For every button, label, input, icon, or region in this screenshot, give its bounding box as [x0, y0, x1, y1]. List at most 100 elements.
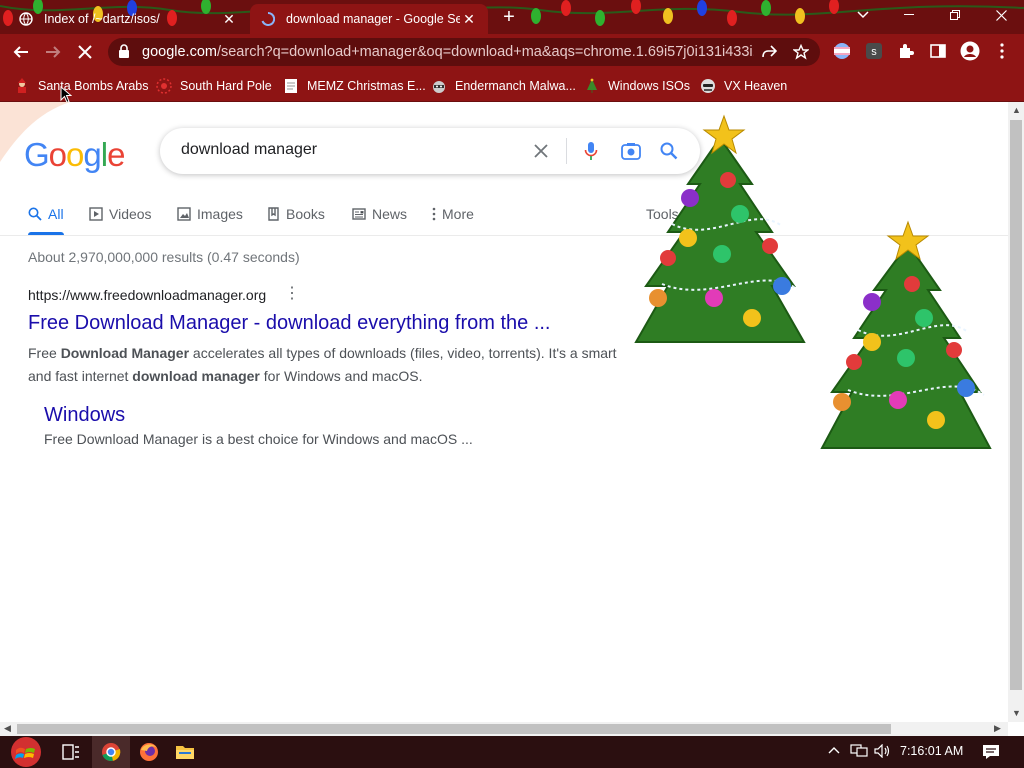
- horizontal-scroll-thumb[interactable]: [17, 724, 891, 734]
- browser-toolbar: google.com/search?q=download+manager&oq=…: [0, 34, 1024, 70]
- bookmarks-bar: Santa Bombs Arabs South Hard Pole MEMZ C…: [0, 70, 1024, 104]
- tab-search-chevron-icon[interactable]: [840, 0, 886, 30]
- close-window-button[interactable]: [978, 0, 1024, 30]
- minimize-button[interactable]: [886, 0, 932, 30]
- tree-icon: [584, 78, 600, 94]
- tab-label: Videos: [109, 206, 152, 222]
- tab-label: News: [372, 206, 408, 222]
- url-host: google.com: [142, 44, 217, 60]
- scroll-up-arrow-icon[interactable]: ▲: [1012, 105, 1021, 115]
- loading-spinner-icon: [260, 11, 276, 27]
- bookmark-santa-bombs-arabs[interactable]: Santa Bombs Arabs: [14, 77, 148, 95]
- extensions-puzzle-icon[interactable]: [896, 41, 916, 61]
- sitelink-snippet: Free Download Manager is a best choice f…: [44, 431, 473, 447]
- lock-icon[interactable]: [118, 44, 130, 63]
- christmas-tree-decoration: [820, 220, 992, 449]
- snippet-keyword: Download Manager: [60, 345, 190, 361]
- tab-label: Books: [286, 206, 325, 222]
- browser-titlebar: Index of /~dartz/isos/ ✕ download manage…: [0, 0, 1024, 34]
- bookmark-label: South Hard Pole: [180, 79, 272, 93]
- volume-icon[interactable]: [874, 743, 892, 763]
- tab-news[interactable]: News: [352, 204, 407, 224]
- tab-videos[interactable]: Videos: [89, 204, 152, 224]
- logo-letter: e: [107, 136, 125, 173]
- task-view-icon[interactable]: [52, 736, 90, 768]
- bookmark-label: Windows ISOs: [608, 79, 690, 93]
- close-tab-icon[interactable]: ✕: [460, 10, 478, 28]
- file-explorer-icon[interactable]: [166, 736, 204, 768]
- url-text[interactable]: google.com/search?q=download+manager&oq=…: [142, 44, 754, 60]
- tab-title: download manager - Google Sea: [286, 12, 460, 26]
- bookmark-endermanch-malware[interactable]: Endermanch Malwa...: [431, 77, 576, 95]
- bookmark-vx-heaven[interactable]: VX Heaven: [700, 77, 787, 95]
- forward-arrow-icon[interactable]: [42, 41, 64, 63]
- sitelink-windows[interactable]: Windows: [44, 404, 125, 427]
- tab-images[interactable]: Images: [177, 204, 243, 224]
- bookmark-label: VX Heaven: [724, 79, 788, 93]
- red-star-icon: [156, 78, 172, 94]
- tab-label: Images: [197, 206, 243, 222]
- tab-google-search[interactable]: download manager - Google Sea ✕: [250, 4, 488, 34]
- firefox-icon[interactable]: [130, 736, 168, 768]
- logo-letter: G: [24, 136, 50, 173]
- scroll-down-arrow-icon[interactable]: ▼: [1012, 708, 1021, 718]
- desktop-screen: Index of /~dartz/isos/ ✕ download manage…: [0, 0, 1024, 768]
- restore-button[interactable]: [932, 0, 978, 30]
- search-input[interactable]: download manager: [181, 141, 317, 159]
- show-hidden-icons-chevron-icon[interactable]: [828, 744, 840, 762]
- clear-search-icon[interactable]: [530, 140, 552, 162]
- logo-letter: g: [83, 136, 101, 173]
- taskbar-clock[interactable]: 7:16:01 AM: [900, 744, 963, 758]
- scroll-right-arrow-icon[interactable]: ▶: [994, 723, 1001, 734]
- share-icon[interactable]: [760, 43, 778, 61]
- chrome-menu-kebab-icon[interactable]: [992, 41, 1012, 61]
- new-tab-button[interactable]: +: [497, 7, 521, 28]
- logo-letter: o: [66, 136, 84, 173]
- bookmark-star-icon[interactable]: [792, 43, 810, 61]
- close-tab-icon[interactable]: ✕: [220, 10, 238, 28]
- flag-extension-icon[interactable]: [832, 41, 852, 61]
- vertical-scrollbar[interactable]: ▲ ▼: [1008, 102, 1024, 722]
- tab-books[interactable]: Books: [268, 204, 325, 224]
- bookmark-windows-isos[interactable]: Windows ISOs: [584, 77, 690, 95]
- tab-more[interactable]: More: [432, 204, 474, 224]
- result-url[interactable]: https://www.freedownloadmanager.org: [28, 287, 266, 303]
- santa-icon: [14, 78, 30, 94]
- start-orb-icon[interactable]: [4, 736, 48, 768]
- bookmark-label: Santa Bombs Arabs: [38, 79, 149, 93]
- back-arrow-icon[interactable]: [10, 41, 32, 63]
- more-vertical-icon: [432, 207, 436, 221]
- bookmark-memz-christmas[interactable]: MEMZ Christmas E...: [283, 77, 426, 95]
- tab-all[interactable]: All: [28, 204, 64, 224]
- vertical-scroll-thumb[interactable]: [1010, 120, 1022, 690]
- bookmark-label: MEMZ Christmas E...: [307, 79, 426, 93]
- s-extension-icon[interactable]: s: [864, 41, 884, 61]
- bookmark-south-hard-pole[interactable]: South Hard Pole: [156, 77, 272, 95]
- profile-avatar-icon[interactable]: [960, 41, 980, 61]
- svg-text:s: s: [871, 46, 877, 58]
- chrome-icon[interactable]: [92, 736, 130, 768]
- raccoon-icon: [431, 78, 447, 94]
- result-stats: About 2,970,000,000 results (0.47 second…: [28, 249, 300, 265]
- notifications-icon[interactable]: [982, 744, 1000, 765]
- christmas-tree-decoration: [634, 114, 806, 343]
- horizontal-scrollbar[interactable]: ◀ ▶: [0, 722, 1008, 736]
- address-bar[interactable]: google.com/search?q=download+manager&oq=…: [108, 38, 820, 66]
- windows-taskbar: 7:16:01 AM: [0, 736, 1024, 768]
- bookmark-label: Endermanch Malwa...: [455, 79, 576, 93]
- stop-loading-icon[interactable]: [74, 41, 96, 63]
- google-doodle-logo[interactable]: Google: [24, 136, 125, 174]
- news-icon: [352, 208, 366, 220]
- page-icon: [283, 78, 299, 94]
- url-path: /search?q=download+manager&oq=download+m…: [216, 44, 754, 60]
- network-icon[interactable]: [850, 744, 868, 763]
- tab-index-of-isos[interactable]: Index of /~dartz/isos/ ✕: [8, 4, 248, 34]
- side-panel-icon[interactable]: [928, 41, 948, 61]
- result-title-link[interactable]: Free Download Manager - download everyth…: [28, 312, 551, 335]
- search-icon: [28, 207, 42, 221]
- microphone-icon[interactable]: [580, 140, 602, 162]
- search-box[interactable]: download manager: [160, 128, 700, 174]
- result-options-icon[interactable]: ⋮: [284, 286, 300, 304]
- google-results-page: Google download manager All Videos Image…: [0, 102, 1008, 722]
- scroll-left-arrow-icon[interactable]: ◀: [4, 723, 11, 734]
